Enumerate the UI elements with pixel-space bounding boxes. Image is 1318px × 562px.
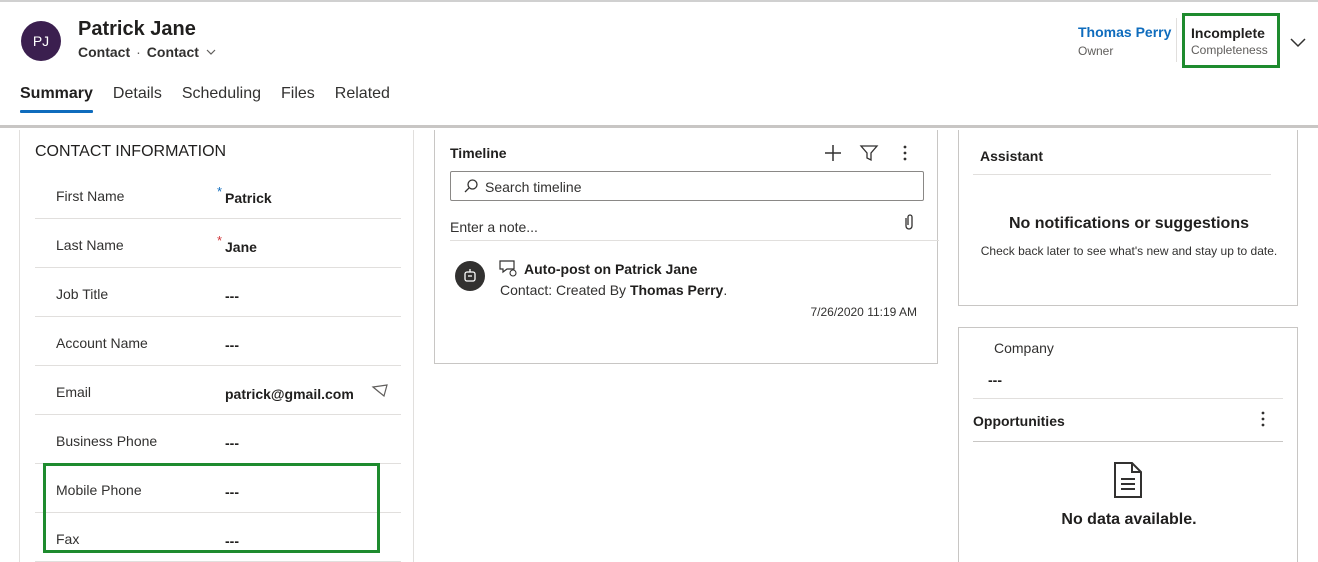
post-body-prefix: Contact: Created By (500, 282, 630, 298)
field-last-name[interactable]: Last Name * Jane (35, 219, 401, 268)
timeline-title: Timeline (450, 145, 507, 161)
more-options-icon[interactable] (1253, 409, 1273, 429)
field-label: Business Phone (56, 433, 158, 449)
field-label: Account Name (56, 335, 148, 351)
completeness-field: Incomplete Completeness (1182, 13, 1280, 68)
field-label: First Name (56, 188, 125, 204)
tab-files[interactable]: Files (281, 85, 315, 109)
search-placeholder: Search timeline (485, 179, 582, 195)
more-options-icon[interactable] (895, 143, 915, 163)
tab-scheduling[interactable]: Scheduling (182, 85, 261, 109)
field-value[interactable]: Patrick (225, 190, 272, 206)
field-label: Job Title (56, 286, 109, 302)
company-divider (973, 398, 1283, 399)
field-label: Last Name (56, 237, 124, 253)
section-title: CONTACT INFORMATION (35, 143, 227, 160)
header-separator (0, 125, 1318, 128)
field-value[interactable]: Jane (225, 239, 257, 255)
field-email[interactable]: Email patrick@gmail.com (35, 366, 401, 415)
post-body: Contact: Created By Thomas Perry. (500, 282, 727, 298)
assistant-panel: Assistant No notifications or suggestion… (958, 130, 1298, 306)
entity-name: Contact (78, 44, 131, 60)
auto-post-icon (499, 260, 517, 277)
post-avatar (455, 261, 485, 291)
chevron-down-icon[interactable] (205, 46, 217, 58)
document-icon (1114, 462, 1142, 498)
field-value[interactable]: --- (225, 435, 239, 451)
company-opportunities-panel: Company --- Opportunities No data availa… (958, 327, 1298, 562)
assistant-message: Check back later to see what's new and s… (980, 244, 1278, 258)
bot-icon (464, 269, 476, 282)
search-icon (464, 179, 478, 193)
filter-icon[interactable] (859, 143, 879, 163)
assistant-divider (973, 174, 1271, 175)
avatar: PJ (21, 21, 61, 61)
opportunities-empty-text: No data available. (1061, 511, 1197, 528)
field-first-name[interactable]: First Name * Patrick (35, 170, 401, 219)
assistant-title: Assistant (980, 148, 1044, 164)
required-indicator: * (217, 233, 223, 248)
form-selector[interactable]: Contact (147, 44, 199, 60)
attachment-icon[interactable] (900, 212, 918, 232)
opportunities-divider (973, 441, 1283, 442)
separator: · (136, 44, 141, 60)
field-value[interactable]: --- (225, 337, 239, 353)
post-body-suffix: . (723, 282, 728, 298)
field-value[interactable]: --- (225, 288, 239, 304)
header-divider (1176, 18, 1177, 62)
field-account-name[interactable]: Account Name --- (35, 317, 401, 366)
note-divider (450, 240, 939, 241)
field-business-phone[interactable]: Business Phone --- (35, 415, 401, 464)
field-job-title[interactable]: Job Title --- (35, 268, 401, 317)
post-author: Thomas Perry (629, 282, 724, 298)
send-email-icon[interactable] (371, 382, 389, 400)
form-tabs: Summary Details Scheduling Files Related (20, 85, 390, 113)
required-indicator: * (217, 184, 223, 199)
completeness-value: Incomplete (1191, 25, 1265, 41)
expand-header-chevron-icon[interactable] (1288, 32, 1308, 52)
record-title: Patrick Jane (78, 18, 196, 40)
owner-label: Owner (1078, 44, 1114, 58)
field-label: Email (56, 384, 92, 400)
tab-related[interactable]: Related (335, 85, 390, 109)
opportunities-title: Opportunities (973, 413, 1065, 429)
search-timeline-input[interactable]: Search timeline (450, 171, 924, 201)
owner-field: Thomas Perry Owner (1078, 24, 1171, 58)
company-label: Company (994, 340, 1054, 356)
post-timestamp: 7/26/2020 11:19 AM (810, 305, 917, 319)
company-value[interactable]: --- (988, 372, 1002, 388)
tab-details[interactable]: Details (113, 85, 162, 109)
highlight-box-phone-fax (43, 463, 380, 553)
field-value[interactable]: patrick@gmail.com (225, 386, 354, 402)
tab-summary[interactable]: Summary (20, 85, 93, 113)
note-input[interactable]: Enter a note... (450, 219, 538, 235)
timeline-panel: Timeline Search timeline Enter a note...… (434, 130, 939, 364)
owner-link[interactable]: Thomas Perry (1078, 24, 1171, 40)
add-icon[interactable] (823, 143, 843, 163)
assistant-heading: No notifications or suggestions (1008, 215, 1249, 232)
record-header: PJ Patrick Jane Contact · Contact Thomas… (0, 0, 1318, 126)
record-subtitle: Contact · Contact (78, 44, 217, 60)
completeness-label: Completeness (1191, 43, 1268, 57)
post-title: Auto-post on Patrick Jane (524, 261, 698, 277)
